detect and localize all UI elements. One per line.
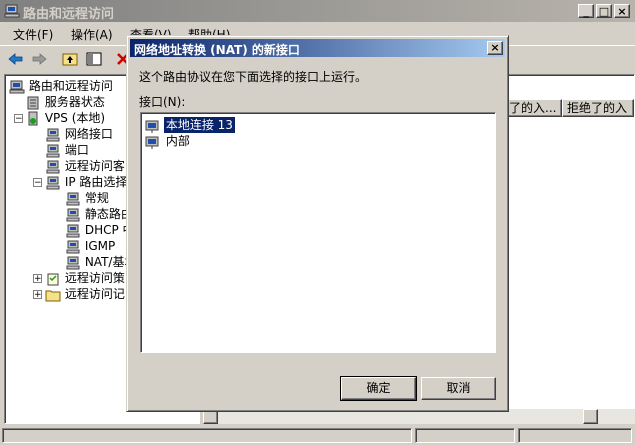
- tree-item-ip-routing[interactable]: IP 路由选择: [45, 174, 127, 190]
- dialog-title-bar[interactable]: 网络地址转换 (NAT) 的新接口 ×: [130, 39, 505, 57]
- dialog-description: 这个路由协议在您下面选择的接口上运行。: [139, 70, 368, 84]
- forward-arrow-icon[interactable]: [29, 50, 49, 68]
- network-icon: [66, 240, 80, 253]
- tree-item-network-interfaces[interactable]: 网络接口: [45, 126, 113, 142]
- interfaces-label: 接口(N):: [139, 95, 186, 109]
- collapse-toggle-vps[interactable]: −: [14, 114, 23, 124]
- tree-item-server-status[interactable]: 服务器状态: [25, 94, 105, 110]
- folder-icon: [45, 290, 61, 301]
- dialog-close-button[interactable]: ×: [487, 41, 503, 55]
- tree-item-label: 远程访问记: [64, 287, 125, 301]
- main-title-bar[interactable]: 路由和远程访问 _ □ ×: [0, 0, 635, 22]
- ok-button[interactable]: 确定: [340, 376, 417, 401]
- status-segment-3: [518, 428, 632, 443]
- up-folder-icon[interactable]: [60, 50, 80, 68]
- column-header-received[interactable]: 了的入...: [504, 99, 562, 117]
- interfaces-list[interactable]: 本地连接 13 内部: [140, 112, 496, 353]
- expand-toggle-logging[interactable]: +: [33, 290, 42, 300]
- computer-icon: [9, 80, 25, 93]
- network-icon: [46, 176, 60, 189]
- network-icon: [46, 160, 60, 173]
- scroll-right-button[interactable]: [583, 409, 598, 424]
- tree-item-igmp[interactable]: IGMP: [65, 238, 115, 254]
- tree-item-static-routes[interactable]: 静态路由: [65, 206, 133, 222]
- tree-item-label: 常规: [84, 191, 109, 205]
- status-bar: [0, 426, 635, 445]
- status-segment-main: [2, 428, 412, 443]
- tree-item-label: 端口: [64, 143, 89, 157]
- tree-item-vps[interactable]: VPS (本地): [25, 110, 105, 126]
- tree-item-remote-logging[interactable]: 远程访问记: [45, 286, 125, 302]
- tree-item-label: 网络接口: [64, 127, 113, 141]
- show-hide-tree-icon[interactable]: [84, 50, 104, 68]
- tree-item-label: 服务器状态: [44, 95, 105, 109]
- interface-item-local-connection[interactable]: 本地连接 13: [144, 117, 235, 133]
- menu-file[interactable]: 文件(F): [13, 26, 53, 43]
- interface-item-internal[interactable]: 内部: [144, 133, 192, 149]
- tree-item-remote-policies[interactable]: 远程访问策: [45, 270, 125, 286]
- network-icon: [46, 144, 60, 157]
- network-adapter-icon: [145, 136, 159, 149]
- network-icon: [66, 208, 80, 221]
- interface-item-label: 内部: [165, 134, 190, 148]
- tree-item-label: 远程访问策: [64, 271, 125, 285]
- tree-item-label: 远程访问客: [64, 159, 125, 173]
- collapse-toggle-ip-routing[interactable]: −: [33, 178, 42, 188]
- back-arrow-icon[interactable]: [6, 50, 26, 68]
- main-window-title: 路由和远程访问: [23, 7, 115, 22]
- network-adapter-icon: [145, 120, 159, 133]
- tree-item-remote-clients[interactable]: 远程访问客: [45, 158, 125, 174]
- column-header-rejected[interactable]: 拒绝了的入: [562, 99, 634, 117]
- routing-app-icon: [4, 4, 20, 18]
- dialog-title: 网络地址转换 (NAT) 的新接口: [134, 43, 300, 57]
- tree-item-label: IGMP: [84, 239, 116, 253]
- menu-action[interactable]: 操作(A): [71, 26, 113, 43]
- status-segment-2: [415, 428, 515, 443]
- tree-item-root[interactable]: 路由和远程访问: [9, 78, 113, 94]
- network-icon: [66, 256, 80, 269]
- tree-item-label: VPS (本地): [44, 111, 106, 125]
- tree-item-label: 路由和远程访问: [28, 79, 113, 93]
- network-icon: [46, 128, 60, 141]
- close-button[interactable]: ×: [614, 4, 630, 18]
- network-icon: [66, 192, 80, 205]
- maximize-button[interactable]: □: [596, 4, 612, 18]
- server-icon: [28, 111, 38, 125]
- new-interface-dialog: 网络地址转换 (NAT) 的新接口 × 这个路由协议在您下面选择的接口上运行。 …: [126, 35, 509, 412]
- tree-item-dhcp[interactable]: DHCP 中: [65, 222, 135, 238]
- expand-toggle-policies[interactable]: +: [33, 274, 42, 284]
- tree-item-label: IP 路由选择: [64, 175, 128, 189]
- minimize-button[interactable]: _: [578, 4, 594, 18]
- server-list-icon: [27, 96, 39, 109]
- interface-item-label: 本地连接 13: [163, 117, 235, 133]
- cancel-button[interactable]: 取消: [421, 377, 496, 400]
- tree-item-general[interactable]: 常规: [65, 190, 109, 206]
- policy-icon: [47, 273, 59, 285]
- tree-item-ports[interactable]: 端口: [45, 142, 89, 158]
- network-icon: [66, 224, 80, 237]
